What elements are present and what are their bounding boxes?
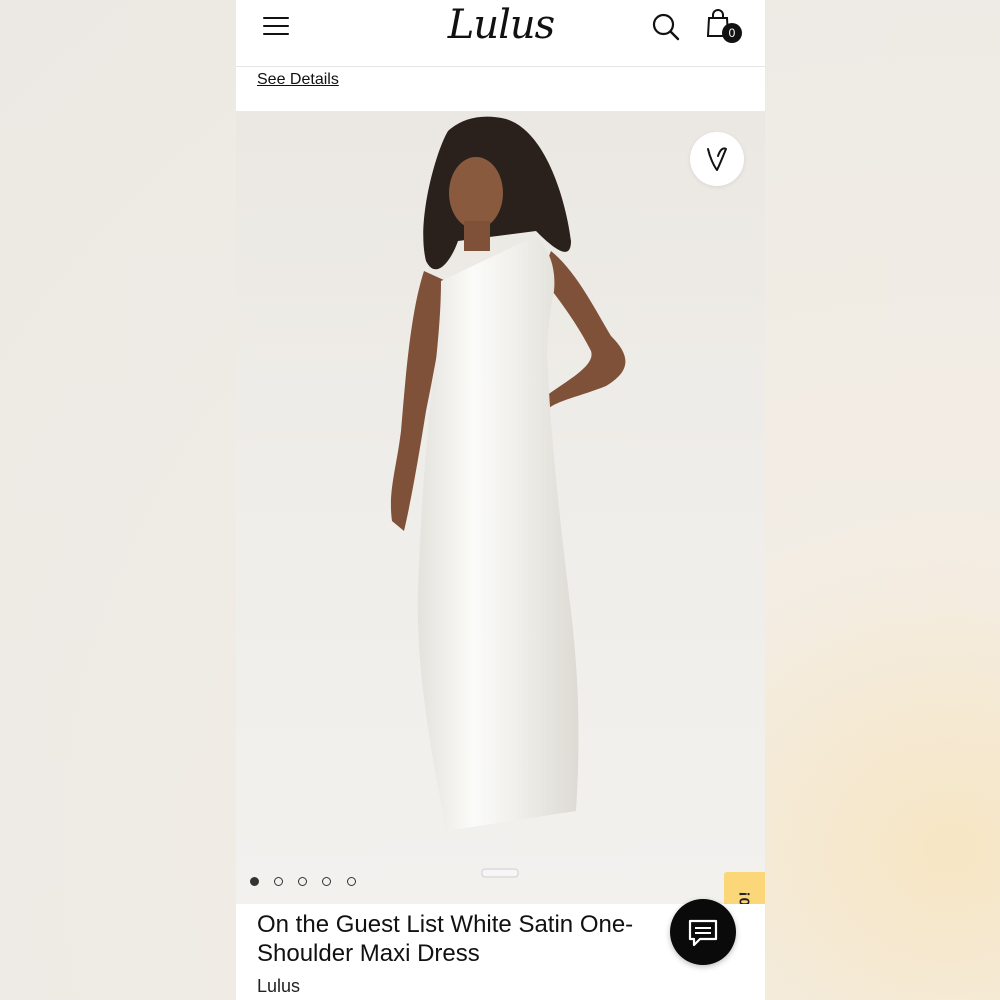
site-header: Lulus 0: [236, 0, 765, 67]
carousel-dot[interactable]: [274, 877, 283, 886]
carousel-dot[interactable]: [322, 877, 331, 886]
see-details-link[interactable]: See Details: [257, 71, 339, 89]
search-icon: [652, 13, 680, 41]
hamburger-line: [263, 33, 289, 35]
chat-bubble-icon: [688, 919, 718, 947]
search-button[interactable]: [651, 12, 681, 42]
chat-button[interactable]: [670, 899, 736, 965]
mobile-page: Lulus 0 See Details On the Guest List Wh…: [236, 0, 765, 1000]
product-image-gallery[interactable]: GET $20!: [236, 111, 765, 904]
product-photo: [390, 116, 626, 878]
brand-logo[interactable]: Lulus: [446, 0, 556, 50]
carousel-dot[interactable]: [347, 877, 356, 886]
menu-button[interactable]: [263, 14, 291, 38]
heart-icon: [707, 147, 727, 171]
product-brand[interactable]: Lulus: [257, 976, 300, 997]
wishlist-button[interactable]: [690, 132, 744, 186]
carousel-dot[interactable]: [250, 877, 259, 886]
cart-count-badge: 0: [722, 23, 742, 43]
get-20-label: GET $20!: [736, 890, 753, 904]
cart-button[interactable]: 0: [706, 9, 746, 45]
hamburger-menu-icon: [263, 17, 289, 19]
product-title: On the Guest List White Satin One-Should…: [257, 911, 634, 967]
promo-strip: See Details: [236, 67, 765, 111]
carousel-dot[interactable]: [298, 877, 307, 886]
hamburger-line: [263, 25, 289, 27]
